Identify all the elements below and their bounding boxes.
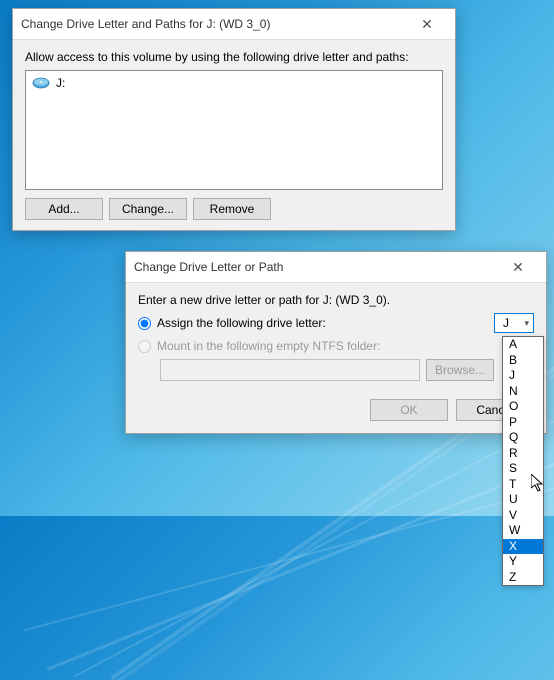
dropdown-option[interactable]: Z <box>503 570 543 586</box>
change-drive-paths-dialog: Change Drive Letter and Paths for J: (WD… <box>12 8 456 231</box>
titlebar[interactable]: Change Drive Letter and Paths for J: (WD… <box>13 9 455 40</box>
assign-letter-radio[interactable] <box>138 317 151 330</box>
ok-button: OK <box>370 399 448 421</box>
dropdown-option[interactable]: P <box>503 415 543 431</box>
dropdown-option[interactable]: Q <box>503 430 543 446</box>
paths-listbox[interactable]: J: <box>25 70 443 190</box>
instruction-text: Enter a new drive letter or path for J: … <box>138 293 534 307</box>
assign-letter-row[interactable]: Assign the following drive letter: J ▾ <box>138 313 534 333</box>
dropdown-option[interactable]: R <box>503 446 543 462</box>
dialog-title: Change Drive Letter or Path <box>134 260 498 274</box>
dropdown-option[interactable]: W <box>503 523 543 539</box>
drive-icon <box>32 77 50 89</box>
instruction-text: Allow access to this volume by using the… <box>25 50 443 64</box>
change-button[interactable]: Change... <box>109 198 187 220</box>
dropdown-option[interactable]: V <box>503 508 543 524</box>
drive-letter-combo[interactable]: J ▾ <box>494 313 534 333</box>
close-icon[interactable]: ✕ <box>498 259 538 276</box>
mount-folder-radio[interactable] <box>138 340 151 353</box>
assign-letter-label: Assign the following drive letter: <box>157 316 488 330</box>
list-item[interactable]: J: <box>30 75 438 91</box>
dropdown-option[interactable]: A <box>503 337 543 353</box>
drive-letter-dropdown[interactable]: ABJNOPQRSTUVWXYZ <box>502 336 544 586</box>
dropdown-option[interactable]: S <box>503 461 543 477</box>
combo-value: J <box>503 316 509 330</box>
titlebar[interactable]: Change Drive Letter or Path ✕ <box>126 252 546 283</box>
ntfs-path-input <box>160 359 420 381</box>
mount-folder-label: Mount in the following empty NTFS folder… <box>157 339 380 353</box>
change-drive-letter-dialog: Change Drive Letter or Path ✕ Enter a ne… <box>125 251 547 434</box>
remove-button[interactable]: Remove <box>193 198 271 220</box>
add-button[interactable]: Add... <box>25 198 103 220</box>
chevron-down-icon: ▾ <box>524 318 529 329</box>
dropdown-option[interactable]: T <box>503 477 543 493</box>
drive-label: J: <box>56 76 65 90</box>
dropdown-option[interactable]: U <box>503 492 543 508</box>
dropdown-option[interactable]: B <box>503 353 543 369</box>
browse-button: Browse... <box>426 359 494 381</box>
dropdown-option[interactable]: O <box>503 399 543 415</box>
dropdown-option[interactable]: N <box>503 384 543 400</box>
dialog-title: Change Drive Letter and Paths for J: (WD… <box>21 17 407 31</box>
close-icon[interactable]: ✕ <box>407 16 447 33</box>
dropdown-option[interactable]: J <box>503 368 543 384</box>
dropdown-option[interactable]: X <box>503 539 543 555</box>
dropdown-option[interactable]: Y <box>503 554 543 570</box>
mount-folder-row[interactable]: Mount in the following empty NTFS folder… <box>138 339 534 353</box>
